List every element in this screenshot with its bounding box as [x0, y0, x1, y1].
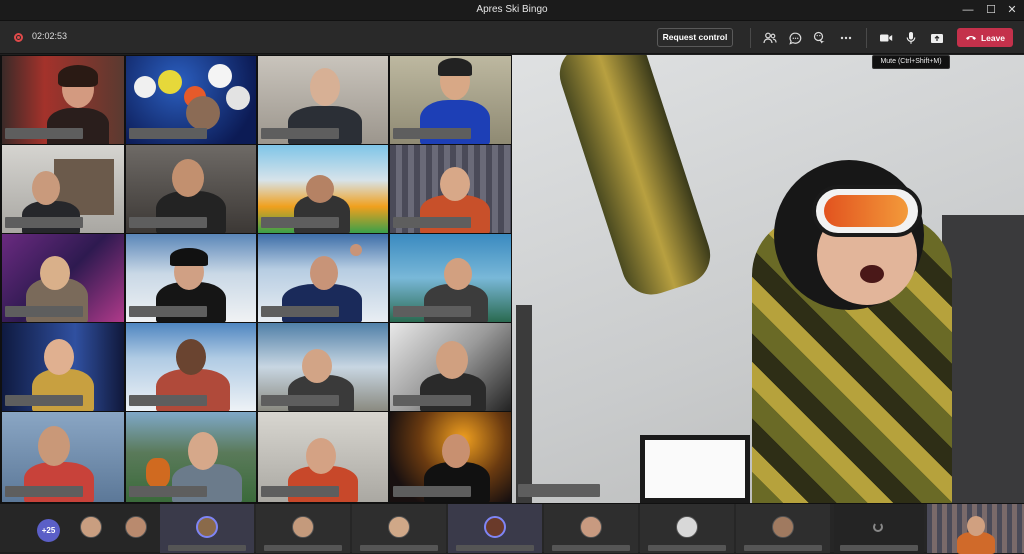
participant-strip-tile[interactable]: [352, 504, 446, 553]
meeting-toolbar: 02:02:53 Request control Leave: [0, 21, 1024, 54]
participant-name: [264, 545, 342, 551]
participant-video-tile[interactable]: [126, 56, 256, 144]
participant-video-tile[interactable]: [2, 234, 124, 322]
avatar: [676, 516, 698, 538]
participant-video-tile[interactable]: [390, 234, 511, 322]
avatar: [292, 516, 314, 538]
avatar: [388, 516, 410, 538]
participant-strip-tile[interactable]: [448, 504, 542, 553]
participant-name: [261, 306, 339, 317]
participant-video-tile[interactable]: [2, 412, 124, 502]
participant-name: [456, 545, 534, 551]
spotlight-video[interactable]: [512, 55, 1024, 503]
participant-strip-tile[interactable]: [640, 504, 734, 553]
participant-name: [648, 545, 726, 551]
participant-video-tile[interactable]: [390, 145, 511, 233]
window-title: Apres Ski Bingo: [476, 4, 548, 15]
participant-video-tile[interactable]: [126, 412, 256, 502]
participant-name: [5, 128, 83, 139]
participant-name: [261, 128, 339, 139]
participant-video-tile[interactable]: [2, 56, 124, 144]
toolbar-divider: [866, 28, 867, 48]
participant-name: [129, 217, 207, 228]
participant-name: [5, 217, 83, 228]
leave-label: Leave: [980, 32, 1006, 43]
participant-name: [360, 545, 438, 551]
participant-name: [5, 486, 83, 497]
participant-name: [261, 217, 339, 228]
meeting-timer: 02:02:53: [32, 31, 68, 41]
participant-name: [552, 545, 630, 551]
hang-up-icon: [965, 33, 977, 43]
participant-video-tile[interactable]: [126, 234, 256, 322]
participant-strip: +25: [0, 503, 1024, 554]
participant-video-tile[interactable]: [390, 56, 511, 144]
record-icon: [14, 33, 23, 42]
participant-video-tile[interactable]: [126, 145, 256, 233]
reactions-icon[interactable]: [811, 29, 829, 47]
participant-name: [129, 486, 207, 497]
participant-video-tile[interactable]: [258, 323, 388, 411]
avatar: [196, 516, 218, 538]
participant-strip-tile[interactable]: [834, 504, 924, 553]
participant-name: [261, 395, 339, 406]
window-titlebar: Apres Ski Bingo — ☐ ✕: [0, 0, 1024, 21]
participant-video-tile[interactable]: [258, 56, 388, 144]
participant-strip-tile[interactable]: [544, 504, 638, 553]
participant-name: [393, 395, 471, 406]
participants-icon[interactable]: [761, 29, 779, 47]
participant-name: [393, 306, 471, 317]
participant-name: [129, 306, 207, 317]
share-tray-icon[interactable]: [928, 29, 946, 47]
participant-video-tile[interactable]: [2, 323, 124, 411]
avatar: [772, 516, 794, 538]
participant-name: [744, 545, 822, 551]
participant-strip-tile[interactable]: [160, 504, 254, 553]
leave-button[interactable]: Leave: [957, 28, 1013, 47]
participant-name: [129, 128, 207, 139]
participant-name: [5, 395, 83, 406]
participant-video-tile[interactable]: [126, 323, 256, 411]
more-options-icon[interactable]: [837, 29, 855, 47]
participant-name: [261, 486, 339, 497]
camera-icon[interactable]: [877, 29, 895, 47]
video-grid: [0, 55, 512, 503]
spotlight-participant-name: [518, 484, 600, 497]
participant-video-tile[interactable]: [258, 412, 388, 502]
mute-tooltip: Mute (Ctrl+Shift+M): [872, 55, 950, 69]
self-view-tile[interactable]: [927, 504, 1024, 554]
request-control-button[interactable]: Request control: [657, 28, 733, 47]
chat-icon[interactable]: [786, 29, 804, 47]
participant-name: [129, 395, 207, 406]
avatar: [484, 516, 506, 538]
participant-name: [393, 128, 471, 139]
avatar[interactable]: [80, 516, 102, 538]
participant-video-tile[interactable]: [258, 145, 388, 233]
participant-name: [393, 217, 471, 228]
toolbar-divider: [750, 28, 751, 48]
participant-video-tile[interactable]: [390, 323, 511, 411]
close-window-button[interactable]: ✕: [997, 0, 1024, 21]
participant-name: [840, 545, 918, 551]
participant-video-tile[interactable]: [2, 145, 124, 233]
participant-name: [168, 545, 246, 551]
participant-strip-tile[interactable]: [256, 504, 350, 553]
loading-spinner-icon: [873, 522, 883, 532]
participant-video-tile[interactable]: [390, 412, 511, 502]
participant-video-tile[interactable]: [258, 234, 388, 322]
avatar[interactable]: [125, 516, 147, 538]
participant-strip-tile[interactable]: [736, 504, 830, 553]
participant-name: [393, 486, 471, 497]
microphone-icon[interactable]: [902, 29, 920, 47]
participant-name: [5, 306, 83, 317]
avatar: [580, 516, 602, 538]
more-participants-badge[interactable]: +25: [37, 519, 60, 542]
